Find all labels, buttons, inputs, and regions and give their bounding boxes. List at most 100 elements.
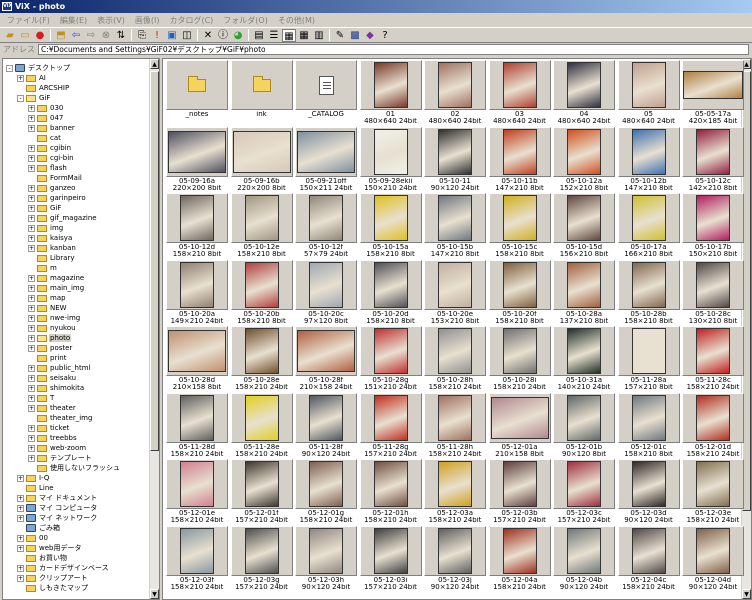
expand-icon[interactable]: + [28, 434, 35, 442]
thumbnail-item[interactable]: 05-10-28c 130×210 8bit [681, 259, 745, 326]
tree-item[interactable]: FormMail [28, 173, 83, 183]
expand-icon[interactable]: + [28, 454, 35, 462]
thumbnail-item[interactable]: 05-11-28c 158×210 24bit [681, 326, 745, 392]
forward-icon[interactable]: ⇨ [84, 29, 98, 42]
thumbnail-item[interactable]: 05-11-28a 157×210 8bit [617, 326, 681, 392]
color-icon[interactable]: ◕ [231, 29, 245, 42]
sort-icon[interactable]: ⇅ [114, 29, 128, 42]
collapse-icon[interactable]: - [6, 64, 13, 72]
collapse-icon[interactable]: - [17, 94, 24, 102]
expand-icon[interactable]: + [28, 214, 35, 222]
expand-icon[interactable]: + [17, 574, 24, 582]
thumbnail-item[interactable]: 05-10-11 90×120 24bit [423, 126, 487, 193]
thumbnail-item[interactable]: 05-10-31a 140×210 24bit [552, 326, 616, 392]
thumbnail-view-icon[interactable]: ▦ [282, 28, 296, 42]
scroll-up-icon[interactable]: ▲ [150, 59, 159, 69]
tree-item[interactable]: + マイ ネットワーク [17, 513, 98, 523]
tree-item[interactable]: cat [28, 133, 62, 143]
expand-icon[interactable]: + [28, 274, 35, 282]
thumbnail-item[interactable]: 05-10-20a 149×210 24bit [165, 259, 229, 326]
thumbnail-item[interactable]: 05-10-15b 147×210 8bit [423, 193, 487, 259]
thumbnail-item[interactable]: 05-12-03h 90×120 24bit [294, 525, 358, 592]
expand-icon[interactable]: + [28, 324, 35, 332]
expand-icon[interactable]: + [28, 344, 35, 352]
tree-item[interactable]: +00 [17, 533, 49, 543]
expand-icon[interactable]: + [28, 114, 35, 122]
expand-icon[interactable]: + [17, 534, 24, 542]
thumbnail-item[interactable]: 05-12-03f 158×210 24bit [165, 525, 229, 592]
tree-item[interactable]: + garinpeiro [28, 193, 87, 203]
tree-item[interactable]: + flash [28, 163, 68, 173]
large-icons-icon[interactable]: ▦ [297, 29, 311, 42]
tree-item[interactable]: + T [28, 393, 55, 403]
expand-icon[interactable]: + [28, 284, 35, 292]
tree-item[interactable]: + GiF [28, 203, 62, 213]
menu-file[interactable]: ファイル(F) [2, 15, 55, 26]
menu-view[interactable]: 表示(V) [92, 15, 130, 26]
thumbnail-item[interactable]: 05-10-28a 137×210 8bit [552, 259, 616, 326]
thumbnail-item[interactable]: 05-10-28d 210×158 8bit [165, 326, 229, 392]
thumbnail-item[interactable]: 05-12-03g 157×210 24bit [230, 525, 294, 592]
tree-item[interactable]: + NEW [28, 303, 68, 313]
expand-icon[interactable]: + [28, 124, 35, 132]
tree-item[interactable]: しもきたマップ [17, 583, 89, 593]
tree-item[interactable]: + kanban [28, 243, 77, 253]
tree-item[interactable]: - GiF [17, 93, 51, 103]
expand-icon[interactable]: + [28, 364, 35, 372]
tree-item[interactable]: theater_img [28, 413, 93, 423]
thumbnail-item[interactable]: 05-10-28f 210×158 24bit [294, 326, 358, 392]
catalog-icon[interactable]: ◆ [363, 29, 377, 42]
expand-icon[interactable]: + [28, 154, 35, 162]
expand-icon[interactable]: + [17, 544, 24, 552]
tools-icon[interactable]: ✎ [333, 29, 347, 42]
thumbnail-item[interactable]: 05-10-12f 57×79 24bit [294, 193, 358, 259]
thumbnail-item[interactable]: 05-11-28d 158×210 24bit [165, 392, 229, 459]
copy-icon[interactable]: ⎘ [135, 29, 149, 42]
thumbnail-item[interactable]: ink [230, 60, 294, 126]
menu-other[interactable]: その他(M) [273, 15, 320, 26]
expand-icon[interactable]: + [28, 314, 35, 322]
thumbnail-item[interactable]: 05-10-20d 158×210 8bit [359, 259, 423, 326]
tree-scroll-thumb[interactable] [150, 71, 159, 451]
tree-item[interactable]: + マイ ドキュメント [17, 493, 98, 503]
thumbnail-item[interactable]: 05-10-28b 158×210 8bit [617, 259, 681, 326]
thumbnail-item[interactable]: 05 480×640 24bit [617, 60, 681, 126]
expand-icon[interactable]: + [28, 304, 35, 312]
tree-item[interactable]: + public_html [28, 363, 92, 373]
thumbnail-item[interactable]: 05-09-21off 150×211 24bit [294, 126, 358, 193]
menu-folder[interactable]: フォルダ(O) [218, 15, 273, 26]
thumbnail-item[interactable]: 05-10-12c 142×210 8bit [681, 126, 745, 193]
thumbnail-item[interactable]: 01 480×640 24bit [359, 60, 423, 126]
expand-icon[interactable]: + [28, 294, 35, 302]
tree-item[interactable]: + shimokita [28, 383, 85, 393]
tree-item[interactable]: + ganzeo [28, 183, 76, 193]
thumbnail-item[interactable]: 05-10-17b 150×210 8bit [681, 193, 745, 259]
thumbnail-item[interactable]: 05-10-12e 158×210 8bit [230, 193, 294, 259]
thumbnail-item[interactable]: 05-12-03c 157×210 24bit [552, 459, 616, 525]
expand-icon[interactable]: + [28, 374, 35, 382]
expand-icon[interactable]: + [28, 394, 35, 402]
tree-item[interactable]: + main_img [28, 283, 85, 293]
thumbnail-item[interactable]: 05-11-28h 158×210 24bit [423, 392, 487, 459]
thumbnail-item[interactable]: 05-10-28h 158×210 24bit [423, 326, 487, 392]
tree-scrollbar[interactable]: ▲ ▼ [149, 59, 159, 599]
record-icon[interactable]: ● [33, 29, 47, 42]
thumbnail-item[interactable]: 05-12-01f 157×210 24bit [230, 459, 294, 525]
thumbnail-item[interactable]: 05-12-01d 158×210 24bit [681, 392, 745, 459]
tree-item[interactable]: 使用しないフラッシュ [28, 463, 121, 473]
tree-item[interactable]: +030 [28, 103, 64, 113]
expand-icon[interactable]: + [28, 144, 35, 152]
expand-icon[interactable]: + [28, 184, 35, 192]
thumbnail-item[interactable]: 05-10-12b 147×210 8bit [617, 126, 681, 193]
expand-icon[interactable]: + [17, 564, 24, 572]
thumbnail-item[interactable]: 05-12-03a 158×210 24bit [423, 459, 487, 525]
tree-item[interactable]: + gif_magazine [28, 213, 98, 223]
open-folder-icon[interactable]: ▰ [3, 29, 17, 42]
thumbnail-item[interactable]: 05-11-28e 158×210 24bit [230, 392, 294, 459]
thumbnail-item[interactable]: 05-12-04b 90×120 24bit [552, 525, 616, 592]
tree-item[interactable]: Line [17, 483, 55, 493]
thumbnail-item[interactable]: 05-09-16b 220×200 8bit [230, 126, 294, 193]
tree-item[interactable]: + kaisya [28, 233, 73, 243]
tree-item[interactable]: + photo [28, 333, 72, 343]
thumbnail-item[interactable]: 05-10-20c 97×120 8bit [294, 259, 358, 326]
